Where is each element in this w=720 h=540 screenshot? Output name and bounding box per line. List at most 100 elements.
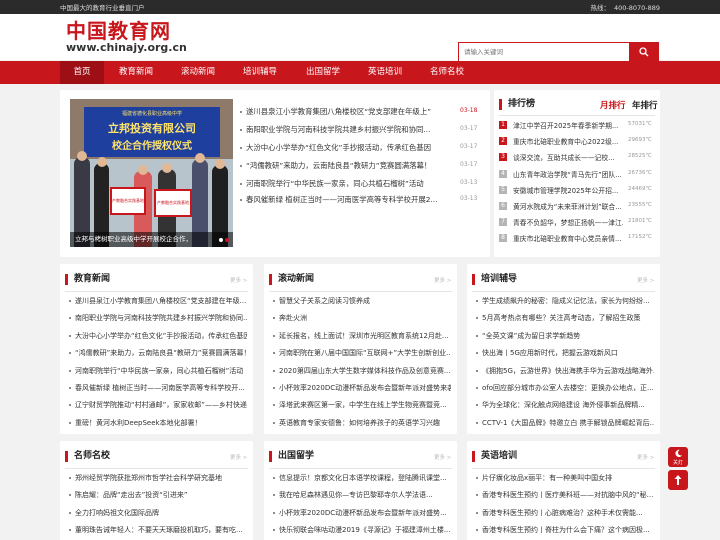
article-link[interactable]: 学生成绩飙升的秘密：隐成义记忆法，家长为何纷纷... [476, 296, 654, 306]
more-link[interactable]: 更多 > [230, 453, 247, 461]
rank-value: 29693℃ [628, 137, 652, 144]
headline-item[interactable]: 春风催新绿 植树正当时——河南医学高等专科学校开展2... [240, 194, 452, 205]
search-input[interactable] [459, 43, 629, 61]
nav-schools[interactable]: 名师名校 [419, 61, 475, 84]
section-title: 教育新闻 [65, 274, 110, 285]
nav-home[interactable]: 首页 [60, 61, 104, 84]
article-link[interactable]: 春风催新绿 植树正当时——河南医学高等专科学校开... [69, 383, 247, 393]
more-link[interactable]: 更多 > [637, 453, 654, 461]
site-logo[interactable]: 中国教育网 www.chinajy.org.cn [66, 20, 187, 54]
article-link[interactable]: 泽塔武来赛区第一家，中学生在线上学生物竞赛暨竞... [273, 400, 451, 410]
rank-item[interactable]: 山东青年政治学院“青马先行”团队... [513, 169, 623, 179]
headline-item[interactable]: 大汾中心小学举办“红色文化”手抄报活动，传承红色基因 [240, 142, 452, 153]
article-link[interactable]: ofo回应部分城市办公室人去楼空：更换办公地点，正... [476, 383, 654, 393]
nav-training[interactable]: 培训辅导 [232, 61, 288, 84]
bullet [476, 334, 478, 337]
bullet [476, 511, 478, 514]
ranking-tab-month[interactable]: 月排行 [600, 99, 626, 111]
featured-slider[interactable]: 福建省德化县职业高级中学 立邦投资有限公司 校企合作授权仪式 产教融合实践基地 … [70, 99, 233, 247]
slide-sign-title: 立邦投资有限公司 [108, 122, 196, 135]
article-link[interactable]: 遂川县泉江小学教育集团八角楼校区“党支部建在年级... [69, 296, 247, 306]
article-link[interactable]: 河南职院举行“中华民族一家亲，同心共植石榴树”活动 [69, 366, 247, 376]
article-link[interactable]: 陈启耀：品牌“走出去”投资“引进来” [69, 490, 247, 500]
article-link[interactable]: 快乐彻联会咪咕动漫2019《寻源记》于福建漳州土楼... [273, 525, 451, 535]
rank-item[interactable]: 青春不负韶华，梦想正扬帆——津江... [513, 217, 623, 227]
divider [65, 291, 248, 292]
nav-scroll-news[interactable]: 滚动新闻 [170, 61, 226, 84]
bullet [476, 352, 478, 355]
search-button[interactable] [629, 43, 658, 61]
divider [269, 468, 452, 469]
article-link[interactable]: 辽宁财贸学院推动“村村通邮”，家家收邮”——乡村快递... [69, 400, 247, 410]
article-link[interactable]: 5月高考热点有哪些？关注高考动态，了解招生政策 [476, 313, 654, 323]
bullet [69, 317, 71, 320]
bullet [476, 404, 478, 407]
bullet [240, 183, 242, 185]
article-link[interactable]: 延长报名，线上面试！深圳市光明区教育系统12月赴... [273, 331, 451, 341]
slide-face [97, 157, 107, 167]
bullet [69, 334, 71, 337]
article-link[interactable]: 香港专科医生预约丨医疗美科班——对抗脑中风的“秘... [476, 490, 654, 500]
ranking-tab-year[interactable]: 年排行 [632, 99, 658, 111]
more-link[interactable]: 更多 > [434, 276, 451, 284]
rank-value: 21801℃ [628, 218, 652, 225]
rank-item[interactable]: 重庆市北碚职业教育中心党员亲情... [513, 233, 623, 243]
slide-board-left: 产教融合实践基地 [110, 187, 146, 215]
more-link[interactable]: 更多 > [434, 453, 451, 461]
nav-english[interactable]: 英语培训 [357, 61, 413, 84]
night-mode-button[interactable]: 关灯 [668, 447, 688, 467]
headline-item[interactable]: 南阳职业学院与河南科技学院共建乡村振兴学院和协同... [240, 124, 452, 135]
article-link[interactable]: 大汾中心小学举办“红色文化”手抄报活动，传承红色基因 [69, 331, 247, 341]
article-link[interactable]: 香港专科医生预约丨脊柱为什么会下痛？这个病因极... [476, 525, 654, 535]
article-link[interactable]: 英语教育专家安德鲁：如何培养孩子的英语学习兴趣 [273, 418, 451, 428]
nav-abroad[interactable]: 出国留学 [295, 61, 351, 84]
article-link[interactable]: “鸿儒教研”来助力，云南陆良县“教研力”竞赛圆满落幕！ [69, 348, 247, 358]
slide-dot[interactable] [219, 238, 223, 242]
article-link[interactable]: 香港专科医生预约丨心脏病难治？这种手术仅需能... [476, 508, 654, 518]
bullet [273, 529, 275, 532]
article-link[interactable]: 小杯效率2020DC动漫杯新品发布会暨新年派对盛势来袭 [273, 383, 451, 393]
headline-item[interactable]: “鸿儒教研”来助力，云南陆良县“教研力”竞赛圆满落幕！ [240, 160, 452, 171]
article-link[interactable]: 智慧父子关系之阅读习惯养成 [273, 296, 451, 306]
article-link[interactable]: 小杯效率2020DC动漫杯新品发布会暨新年派对盛势... [273, 508, 451, 518]
article-link[interactable]: 片仔癀化妆品x丽平：有一种美叫中国女排 [476, 473, 654, 483]
article-link[interactable]: CCTV-1《大国品牌》特邀立白 携手解锁品牌崛起背后... [476, 418, 654, 428]
article-link[interactable]: “全英文课”成为留日求学新趋势 [476, 331, 654, 341]
rank-item[interactable]: 重庆市北碚职业教育中心2022级... [513, 136, 623, 146]
article-link[interactable]: 董明珠告诫年轻人：不要天天琢磨投机取巧，要有吃... [69, 525, 247, 535]
bullet [240, 199, 242, 201]
article-link[interactable]: 2020第四届山东大学生数字媒体科技作品及创意竞赛... [273, 366, 451, 376]
headline-item[interactable]: 遂川县泉江小学教育集团八角楼校区“党支部建在年级上” [240, 106, 452, 117]
article-link[interactable]: 我在哈尼森林遇见你—专访巴黎耶寺尔人学法语... [273, 490, 451, 500]
rank-value: 17152℃ [628, 234, 652, 241]
section-title: 培训辅导 [472, 274, 517, 285]
rank-number: 8 [499, 234, 507, 243]
rank-item[interactable]: 津江中学召开2025年春季新学期... [513, 120, 623, 130]
article-link[interactable]: 奔赴火洲 [273, 313, 451, 323]
bullet [240, 165, 242, 167]
article-link[interactable]: 华为全球化：深化触点网络建设 海外侵事新品牌精... [476, 400, 654, 410]
bullet [273, 387, 275, 389]
article-link[interactable]: 郑州经贸学院获批郑州市哲学社会科学研究基地 [69, 473, 247, 483]
nav-edu-news[interactable]: 教育新闻 [108, 61, 164, 84]
headline-item[interactable]: 河南职院举行“中华民族一家亲，同心共植石榴树”活动 [240, 178, 452, 189]
rank-item[interactable]: 黄河水院成为“未来菲洲计划”联合... [513, 201, 623, 211]
more-link[interactable]: 更多 > [637, 276, 654, 284]
article-link[interactable]: 《拥抱5G，云游世界》快出海携手华为云游戏战略海外... [476, 366, 654, 376]
article-link[interactable]: 南阳职业学院与河南科技学院共建乡村振兴学院和协同... [69, 313, 247, 323]
bullet [69, 477, 71, 479]
slide-sign-sub: 校企合作授权仪式 [112, 141, 192, 152]
slide-dot[interactable] [225, 238, 229, 242]
back-to-top-button[interactable] [668, 470, 688, 490]
rank-number: 4 [499, 169, 507, 178]
article-link[interactable]: 信息提示！京都文化日本语学校课程，登陆腾讯课堂... [273, 473, 451, 483]
schools-panel: 名师名校 更多 > 郑州经贸学院获批郑州市哲学社会科学研究基地 陈启耀：品牌“走出去”… [60, 441, 253, 540]
headline-date: 03-17 [460, 143, 478, 150]
rank-item[interactable]: 谈深交流，互助共成长——记校... [513, 152, 623, 162]
article-link[interactable]: 全力打响妈祖文化国际品牌 [69, 508, 247, 518]
article-link[interactable]: 河南职院在第八届中国国际“互联网+”大学生创新创业... [273, 348, 451, 358]
article-link[interactable]: 快出海丨5G应用新时代，把握云游戏新风口 [476, 348, 654, 358]
rank-item[interactable]: 安徽城市管理学院2025年公开招... [513, 185, 623, 195]
more-link[interactable]: 更多 > [230, 276, 247, 284]
article-link[interactable]: 重磅！黄河水利DeepSeek本地化部署！ [69, 418, 247, 428]
